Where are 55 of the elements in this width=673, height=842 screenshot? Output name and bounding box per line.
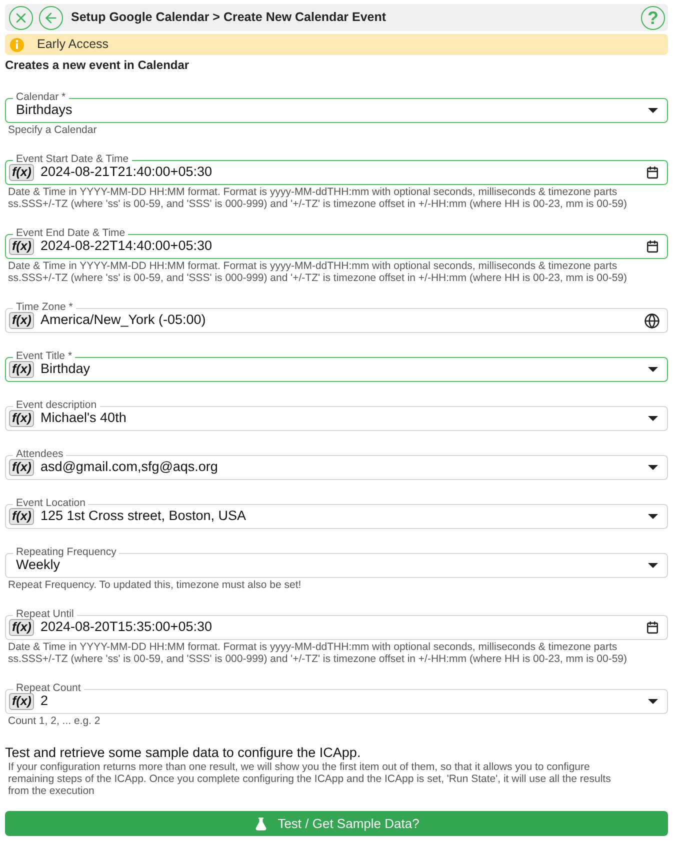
globe-icon[interactable]: [644, 312, 660, 328]
calendar-icon[interactable]: [646, 621, 659, 634]
description-text: Creates a new event in Calendar: [5, 57, 190, 74]
field-label: Event Title *: [16, 351, 72, 361]
field-value: Weekly: [16, 557, 60, 574]
field-label: Repeat Until: [16, 609, 74, 619]
section-heading: Test and retrieve some sample data to configure the ICApp.: [5, 745, 362, 761]
field-label: Calendar *: [16, 92, 66, 102]
helper-text: Repeat Frequency. To updated this, timezone must also be set!: [8, 579, 302, 591]
field-value: America/New_York (-05:00): [40, 311, 207, 330]
field-label: Time Zone *: [16, 302, 73, 312]
field-value: Birthdays: [16, 101, 74, 120]
field-value: 125 1st Cross street, Boston, USA: [40, 507, 248, 526]
field-label: Repeat Count: [16, 683, 81, 693]
field-label: Event Start Date & Time: [16, 154, 129, 164]
field-label: Event Location: [16, 498, 86, 508]
dropdown-caret-icon[interactable]: [648, 563, 658, 568]
field-value: 2024-08-22T14:40:00+05:30: [40, 237, 213, 256]
dropdown-caret-icon[interactable]: [648, 465, 658, 470]
field-label: Event description: [16, 400, 97, 410]
section-text: If your configuration returns more than one result, we will show you the first item out of them, so that it allows you to configure remaining steps of the ICApp. Once you complete configuring the ICApp and the ICApp is set, 'Run State', it will use all the results from the execution: [8, 761, 612, 797]
field-value: 2: [40, 693, 48, 710]
formula-button[interactable]: f(x): [9, 164, 34, 181]
dropdown-caret-icon[interactable]: [648, 108, 658, 113]
dropdown-caret-icon[interactable]: [648, 416, 658, 421]
helper-text: Count 1, 2, ... e.g. 2: [8, 715, 102, 727]
dropdown-caret-icon[interactable]: [648, 514, 658, 519]
formula-button[interactable]: f(x): [9, 410, 34, 427]
info-icon: [10, 38, 24, 52]
formula-button[interactable]: f(x): [9, 508, 34, 525]
formula-button[interactable]: f(x): [9, 693, 34, 710]
flask-icon: [254, 816, 268, 830]
formula-button[interactable]: f(x): [9, 619, 34, 636]
field-label: Repeating Frequency: [16, 547, 116, 557]
dropdown-caret-icon[interactable]: [648, 367, 658, 372]
calendar-icon[interactable]: [646, 166, 659, 179]
formula-button[interactable]: f(x): [9, 238, 34, 255]
field-label: Event End Date & Time: [16, 228, 126, 238]
formula-button[interactable]: f(x): [9, 312, 34, 329]
helper-text: Specify a Calendar: [8, 124, 98, 136]
notice-text: Early Access: [37, 36, 109, 54]
helper-text: Date & Time in YYYY-MM-DD HH:MM format. Format is yyyy-MM-ddTHH:mm with optional seconds, milliseconds & timezone parts ss.SSS+/-TZ (where 'ss' is 00-59, and 'SSS' is 000-999) and '+/-TZ' is timezone offset in +/-HH:mm (where HH is 00-23, mm is 00-59): [8, 186, 628, 210]
calendar-icon[interactable]: [646, 240, 659, 253]
window-title: Setup Google Calendar > Create New Calendar Event: [71, 9, 388, 26]
helper-text: Date & Time in YYYY-MM-DD HH:MM format. Format is yyyy-MM-ddTHH:mm with optional seconds, milliseconds & timezone parts ss.SSS+/-TZ (where 'ss' is 00-59, and 'SSS' is 000-999) and '+/-TZ' is timezone offset in +/-HH:mm (where HH is 00-23, mm is 00-59): [8, 260, 628, 284]
helper-text: Date & Time in YYYY-MM-DD HH:MM format. Format is yyyy-MM-ddTHH:mm with optional seconds, milliseconds & timezone parts ss.SSS+/-TZ (where 'ss' is 00-59, and 'SSS' is 000-999) and '+/-TZ' is timezone offset in +/-HH:mm (where HH is 00-23, mm is 00-59): [8, 641, 628, 665]
dropdown-caret-icon[interactable]: [648, 699, 658, 704]
field-label: Attendees: [16, 449, 64, 459]
formula-button[interactable]: f(x): [9, 361, 34, 378]
field-value: Birthday: [40, 360, 91, 378]
field-value: 2024-08-20T15:35:00+05:30: [40, 619, 213, 636]
formula-button[interactable]: f(x): [9, 459, 34, 476]
field-value: 2024-08-21T21:40:00+05:30: [40, 163, 213, 182]
field-value: asd@gmail.com,sfg@aqs.org: [40, 458, 219, 476]
field-value: Michael's 40th: [40, 410, 128, 428]
